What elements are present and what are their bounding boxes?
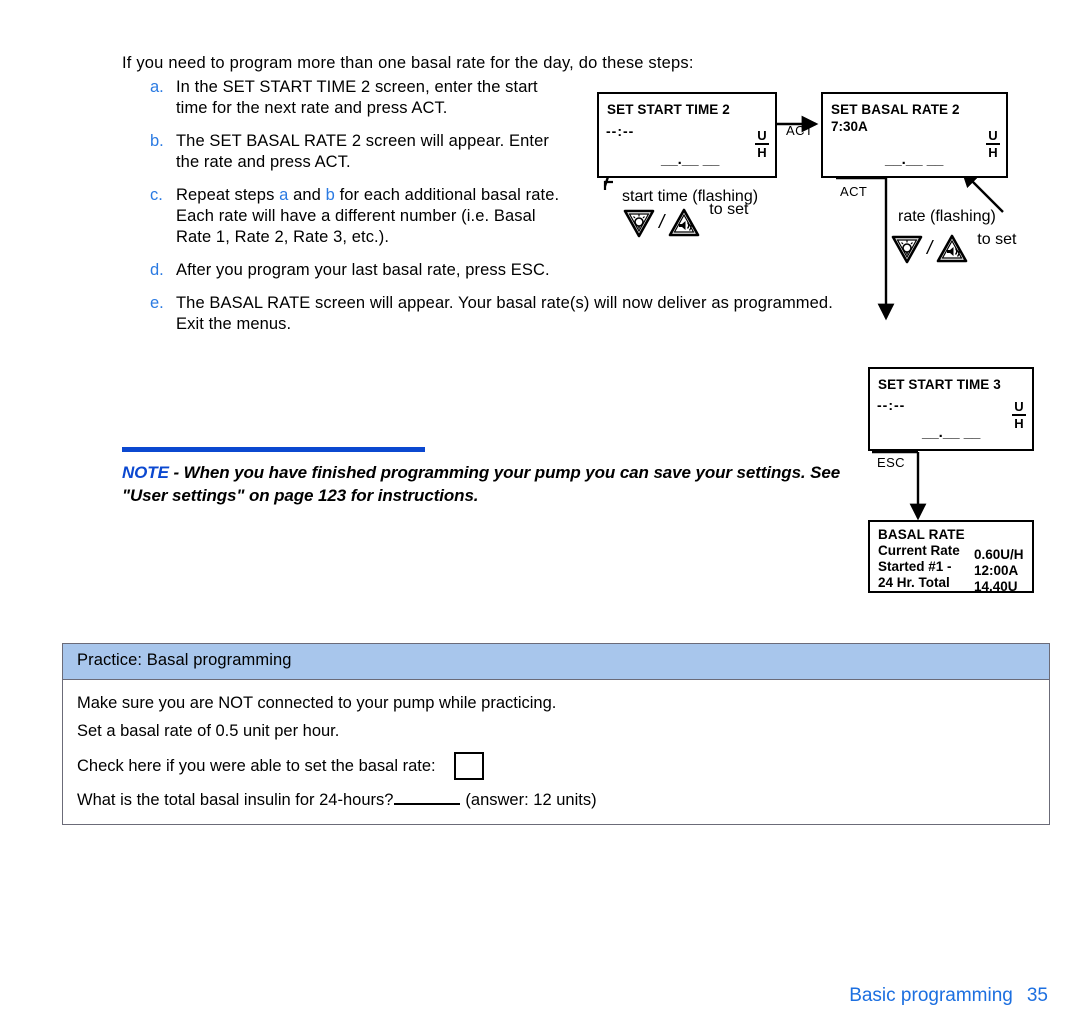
note-text: NOTE - When you have finished programmin… [122, 461, 852, 507]
callout-elbow-start-time [603, 180, 613, 190]
screen-time-value: 7:30A [831, 119, 868, 134]
callout-to-set-1: to set [709, 201, 749, 218]
callout-start-time-flashing: start time (flashing) [622, 188, 759, 205]
up-triangle-sound-button-icon[interactable] [667, 207, 701, 239]
note-rule [122, 447, 425, 452]
down-triangle-light-button-icon[interactable] [890, 233, 924, 265]
practice-line-check: Check here if you were able to set the b… [77, 752, 1035, 780]
basal-row-value-0: 0.60U/H [974, 547, 1024, 562]
edge-label-act-horizontal: ACT [786, 123, 814, 138]
practice-line-2: Set a basal rate of 0.5 unit per hour. [77, 722, 340, 740]
basal-row-label-0: Current Rate [878, 543, 960, 558]
practice-checkbox[interactable] [453, 752, 484, 780]
units-denominator: H [757, 145, 767, 160]
practice-check-label: Check here if you were able to set the b… [77, 757, 436, 775]
practice-line-1: Make sure you are NOT connected to your … [77, 694, 557, 712]
page-footer: Basic programming 35 [0, 985, 1048, 1007]
down-triangle-light-button-icon[interactable] [622, 207, 656, 239]
practice-answer-blank[interactable] [394, 788, 461, 805]
step-text-c: Repeat steps a and b for each additional… [176, 185, 570, 248]
intro-paragraph: If you need to program more than one bas… [122, 53, 694, 72]
units-numerator: U [755, 128, 769, 145]
step-text-d: After you program your last basal rate, … [176, 261, 550, 279]
arrow-callout-start-time [603, 137, 624, 187]
screen-title: SET START TIME 2 [607, 102, 730, 117]
practice-box: Practice: Basal programming Make sure yo… [62, 643, 1050, 825]
edge-label-act-vertical: ACT [840, 184, 868, 199]
button-pair-start-time: / to set [622, 201, 748, 239]
list-item-d: d. After you program your last basal rat… [150, 260, 850, 281]
practice-total-question: What is the total basal insulin for 24-h… [77, 791, 394, 809]
screen-title: SET START TIME 3 [878, 377, 1001, 392]
note-dash: - [168, 463, 184, 482]
step-c-part1: Repeat steps [176, 186, 280, 204]
step-text-b: The SET BASAL RATE 2 screen will appear.… [176, 132, 549, 171]
list-item-c: c. Repeat steps a and b for each additio… [150, 185, 570, 248]
footer-section-title: Basic programming [849, 985, 1013, 1006]
screen-rate-blanks: __.__ __ [661, 151, 720, 168]
step-text-e: The BASAL RATE screen will appear. Your … [176, 294, 833, 333]
step-text-a: In the SET START TIME 2 screen, enter th… [176, 78, 538, 117]
units-numerator: U [986, 128, 1000, 145]
step-marker-b: b. [150, 132, 164, 150]
practice-line-total: What is the total basal insulin for 24-h… [77, 788, 1035, 811]
callout-to-set-2: to set [977, 231, 1017, 248]
note-label: NOTE [122, 463, 169, 482]
step-c-part2: and [288, 186, 326, 204]
practice-answer-hint: (answer: 12 units) [465, 791, 597, 809]
units-numerator: U [1012, 399, 1026, 416]
note-block: NOTE - When you have finished programmin… [122, 447, 852, 507]
list-item-e: e. The BASAL RATE screen will appear. Yo… [150, 293, 850, 335]
screen-time-value: --:-- [606, 123, 635, 139]
basal-row-label-2: 24 Hr. Total [878, 575, 950, 590]
screen-set-start-time-3: SET START TIME 3 --:-- U H __.__ __ [868, 367, 1034, 451]
screen-title: SET BASAL RATE 2 [831, 102, 960, 117]
note-body: When you have finished programming your … [122, 463, 841, 505]
list-item-a: a. In the SET START TIME 2 screen, enter… [150, 77, 570, 119]
step-marker-a: a. [150, 78, 164, 96]
edge-label-esc: ESC [877, 455, 905, 470]
basal-row-value-2: 14.40U [974, 579, 1018, 594]
units-denominator: H [988, 145, 998, 160]
practice-box-header: Practice: Basal programming [63, 644, 1049, 680]
step-marker-e: e. [150, 294, 164, 312]
basal-row-value-1: 12:00A [974, 563, 1019, 578]
screen-set-start-time-2: SET START TIME 2 --:-- U H __.__ __ [597, 92, 777, 178]
screen-rate-blanks: __.__ __ [885, 151, 944, 168]
screen-time-value: --:-- [877, 397, 906, 413]
manual-page: If you need to program more than one bas… [0, 0, 1080, 1033]
button-separator: / [659, 212, 665, 233]
screen-title: BASAL RATE [878, 527, 965, 542]
screen-set-basal-rate-2: SET BASAL RATE 2 7:30A U H __.__ __ [821, 92, 1008, 178]
button-separator: / [927, 238, 933, 259]
step-c-ref-a: a [279, 186, 289, 204]
step-marker-c: c. [150, 186, 163, 204]
basal-row-label-1: Started #1 - [878, 559, 952, 574]
step-list: a. In the SET START TIME 2 screen, enter… [150, 77, 833, 347]
footer-page-number: 35 [1026, 985, 1048, 1006]
screen-basal-rate: BASAL RATE Current Rate 0.60U/H Started … [868, 520, 1034, 594]
arrow-callout-rate [961, 170, 1004, 213]
list-item-b: b. The SET BASAL RATE 2 screen will appe… [150, 131, 570, 173]
button-pair-rate: / to set [890, 231, 1017, 265]
up-triangle-sound-button-icon[interactable] [935, 233, 969, 265]
callout-rate-flashing: rate (flashing) [898, 208, 996, 225]
step-marker-d: d. [150, 261, 164, 279]
units-denominator: H [1014, 416, 1024, 431]
screen-rate-blanks: __.__ __ [922, 424, 981, 441]
practice-box-body: Make sure you are NOT connected to your … [63, 680, 1049, 824]
step-c-ref-b: b [325, 186, 335, 204]
